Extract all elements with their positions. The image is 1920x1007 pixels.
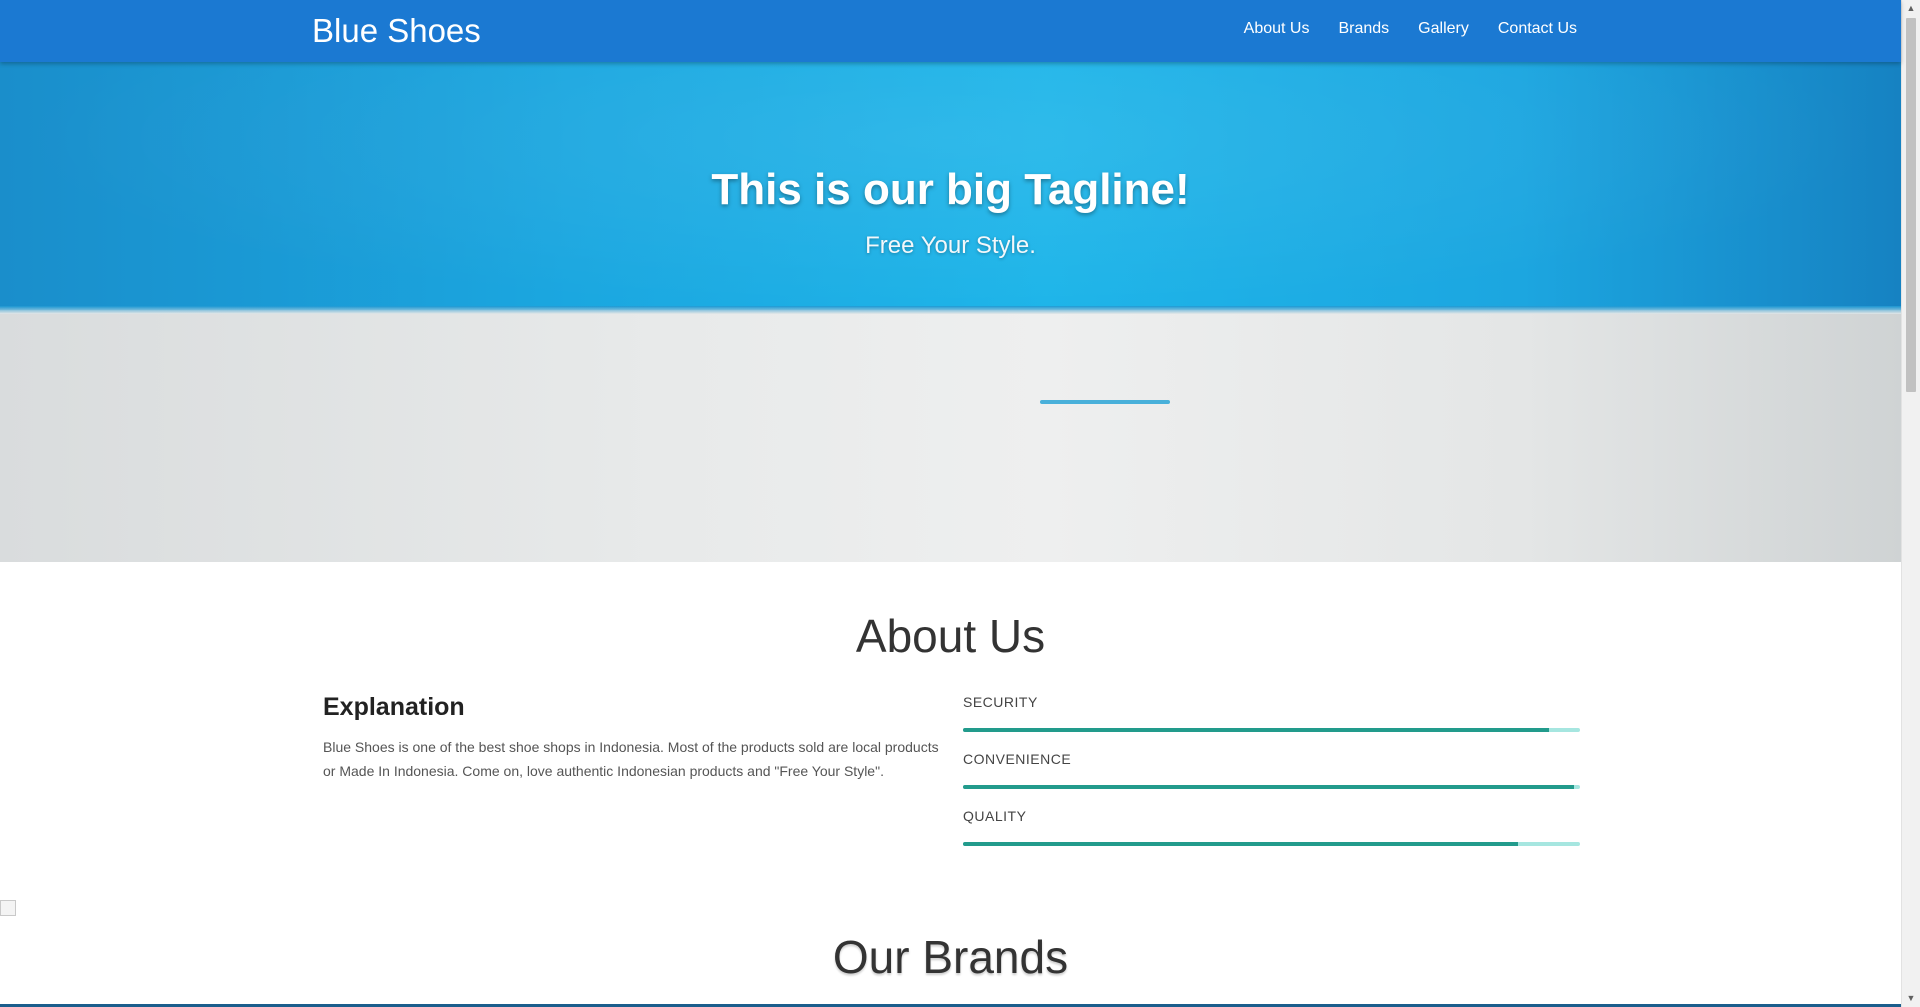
paint-stroke xyxy=(1040,400,1170,404)
nav-link-brands[interactable]: Brands xyxy=(1338,20,1389,38)
navbar: Blue Shoes About Us Brands Gallery Conta… xyxy=(0,0,1901,62)
brand-logo[interactable]: Blue Shoes xyxy=(312,12,481,50)
about-section-title: About Us xyxy=(855,610,1046,662)
skill-convenience: CONVENIENCE xyxy=(963,750,1580,807)
hero-banner: This is our big Tagline! Free Your Style… xyxy=(0,62,1901,562)
skill-security: SECURITY xyxy=(963,693,1580,750)
skill-label: QUALITY xyxy=(963,808,1027,824)
nav-link-about-us[interactable]: About Us xyxy=(1244,20,1310,38)
progress-bar-track xyxy=(963,785,1580,789)
skill-label: CONVENIENCE xyxy=(963,751,1072,767)
nav-links: About Us Brands Gallery Contact Us xyxy=(1244,20,1577,38)
nav-link-gallery[interactable]: Gallery xyxy=(1418,20,1469,38)
skill-label: SECURITY xyxy=(963,694,1038,710)
broken-image-icon xyxy=(0,900,16,916)
scrollbar-thumb[interactable] xyxy=(1906,18,1916,392)
skill-quality: QUALITY xyxy=(963,807,1580,864)
progress-bar-track xyxy=(963,842,1580,846)
explanation-text: Blue Shoes is one of the best shoe shops… xyxy=(323,739,939,779)
progress-bar-fill xyxy=(963,728,1550,732)
brands-section-title: Our Brands xyxy=(832,931,1069,983)
hero-background-white-wall xyxy=(0,310,1901,562)
hero-wall-edge xyxy=(0,306,1901,314)
hero-subtitle: Free Your Style. xyxy=(865,232,1036,259)
progress-bar-fill xyxy=(963,785,1574,789)
skills-list: SECURITY CONVENIENCE QUALITY xyxy=(963,693,1580,864)
progress-bar-fill xyxy=(963,842,1519,846)
vertical-scrollbar[interactable]: ▲ ▼ xyxy=(1901,0,1920,1007)
progress-bar-track xyxy=(963,728,1580,732)
hero-title: This is our big Tagline! xyxy=(711,165,1190,214)
explanation-heading: Explanation xyxy=(323,693,465,721)
nav-link-contact-us[interactable]: Contact Us xyxy=(1498,20,1577,38)
scroll-up-arrow-icon[interactable]: ▲ xyxy=(1902,0,1920,17)
scroll-down-arrow-icon[interactable]: ▼ xyxy=(1902,990,1920,1007)
